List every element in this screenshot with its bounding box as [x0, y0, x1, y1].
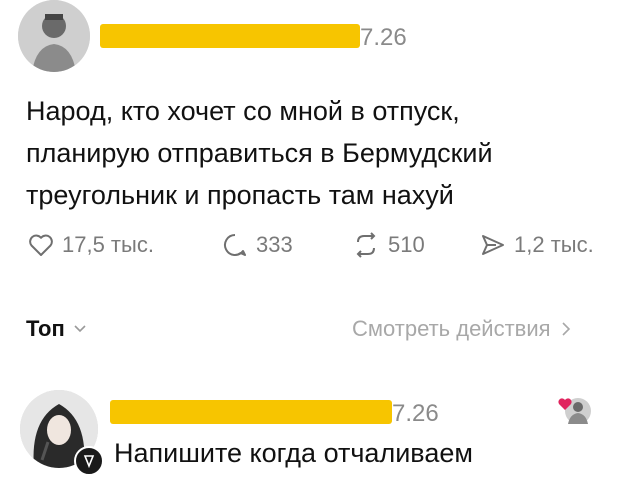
comment-icon	[224, 234, 246, 256]
post-date: 7.26	[360, 24, 407, 51]
author-name-redacted	[100, 24, 360, 48]
reply-button[interactable]: 333	[222, 232, 293, 258]
share-count: 1,2 тыс.	[514, 232, 594, 257]
author-avatar[interactable]	[18, 0, 90, 72]
repost-icon	[356, 232, 376, 258]
reply-count: 333	[256, 232, 293, 257]
send-icon	[482, 235, 504, 255]
chevron-down-icon	[74, 325, 86, 333]
post-text-line-1: Народ, кто хочет со мной в отпуск,	[26, 96, 460, 126]
reply-liked-by-author	[556, 394, 594, 428]
view-actions-label: Смотреть действия	[352, 316, 551, 341]
badge-icon	[83, 455, 95, 469]
reply-author-name-redacted	[110, 400, 392, 424]
sort-dropdown[interactable]: Топ	[26, 316, 87, 342]
heart-icon	[29, 234, 53, 256]
reply-date: 7.26	[392, 400, 439, 427]
like-count: 17,5 тыс.	[62, 232, 154, 257]
repost-count: 510	[388, 232, 425, 257]
sort-label: Топ	[26, 316, 65, 341]
share-button[interactable]: 1,2 тыс.	[480, 232, 594, 258]
view-actions-link[interactable]: Смотреть действия	[352, 316, 571, 342]
like-button[interactable]: 17,5 тыс.	[28, 232, 154, 258]
post-text-line-3: треугольник и пропасть там нахуй	[26, 180, 454, 210]
post-text-line-2: планирую отправиться в Бермудский	[26, 138, 493, 168]
reply-badge	[74, 446, 104, 476]
chevron-right-icon	[561, 322, 570, 336]
repost-button[interactable]: 510	[352, 232, 425, 258]
reply-text: Напишите когда отчаливаем	[114, 438, 473, 468]
